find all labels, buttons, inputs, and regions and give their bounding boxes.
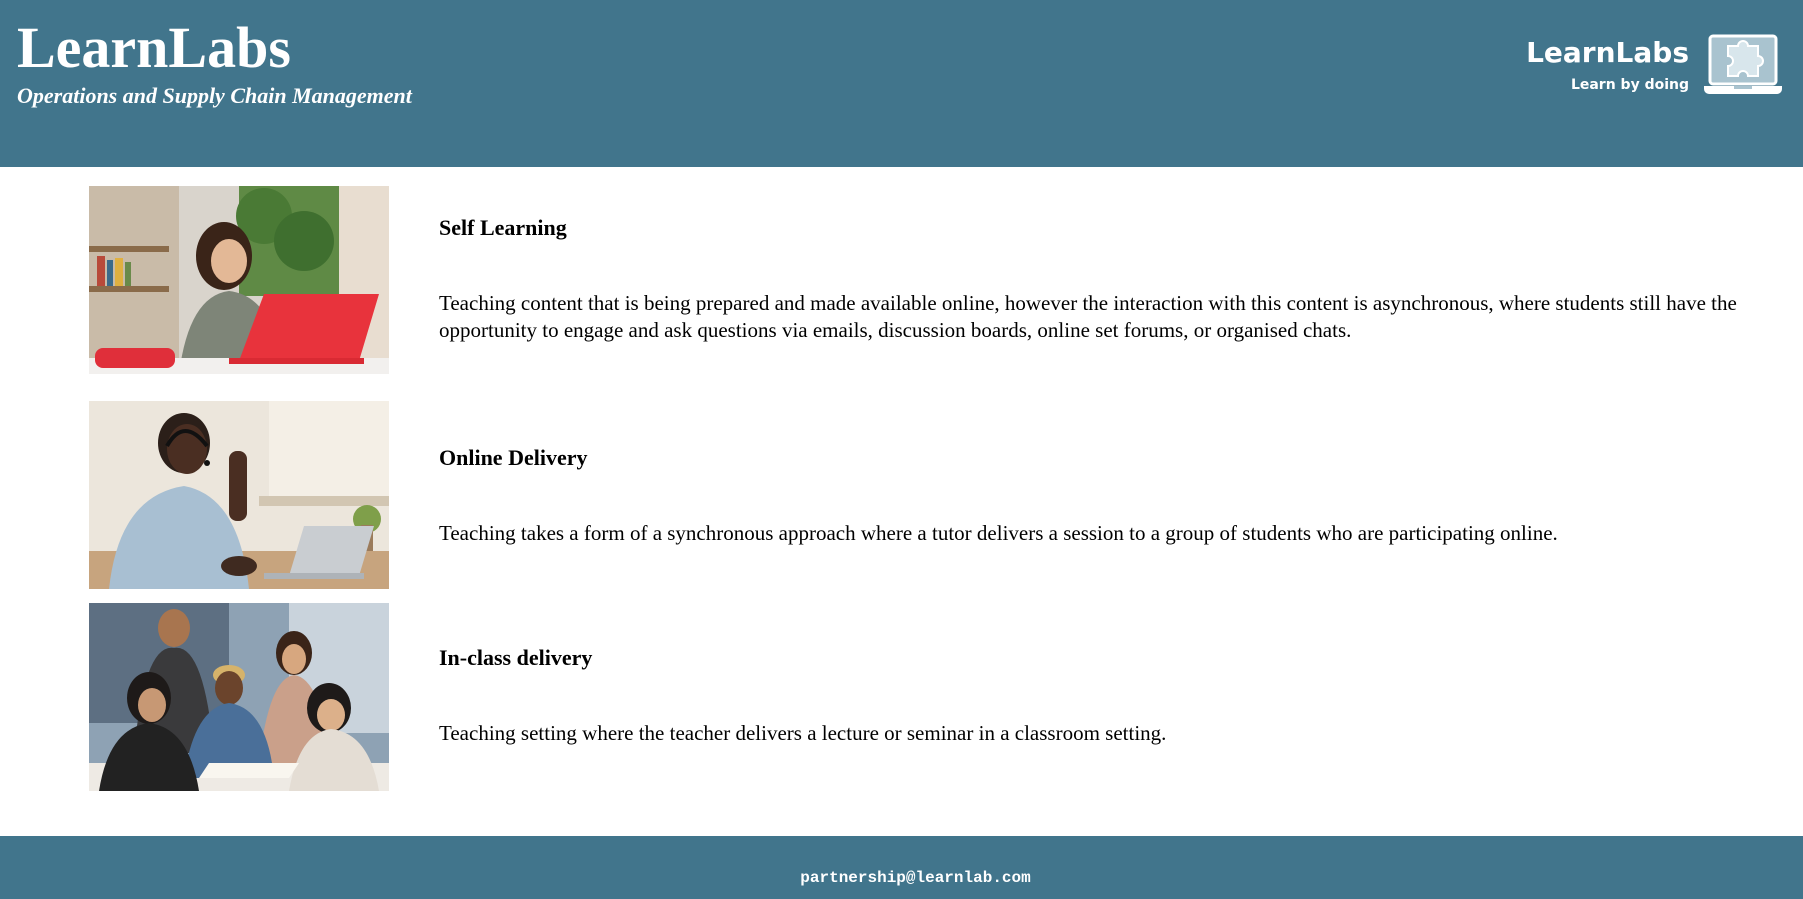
brand-logo[interactable]: LearnLabs Learn by doing xyxy=(1526,34,1782,100)
item-title: Self Learning xyxy=(439,215,567,240)
student-waving-at-laptop-photo xyxy=(89,401,389,589)
contact-email-link[interactable]: partnership@learnlab.com xyxy=(0,868,1803,888)
item-description: Teaching content that is being prepared … xyxy=(439,291,1737,342)
site-title: LearnLabs xyxy=(17,15,291,80)
item-title: In-class delivery xyxy=(439,645,593,670)
page-header: LearnLabs Operations and Supply Chain Ma… xyxy=(0,0,1803,167)
item-description: Teaching takes a form of a synchronous a… xyxy=(439,521,1558,545)
site-subtitle: Operations and Supply Chain Management xyxy=(17,83,412,108)
page-footer: partnership@learnlab.com xyxy=(0,836,1803,899)
group-of-students-photo xyxy=(89,603,389,791)
item-title: Online Delivery xyxy=(439,445,588,470)
logo-tagline: Learn by doing xyxy=(1570,77,1689,93)
main-content: Self Learning Teaching content that is b… xyxy=(0,167,1803,835)
laptop-puzzle-icon xyxy=(1704,34,1782,96)
item-description: Teaching setting where the teacher deliv… xyxy=(439,721,1167,745)
student-with-laptop-photo xyxy=(89,186,389,374)
logo-name: LearnLabs xyxy=(1526,36,1689,69)
